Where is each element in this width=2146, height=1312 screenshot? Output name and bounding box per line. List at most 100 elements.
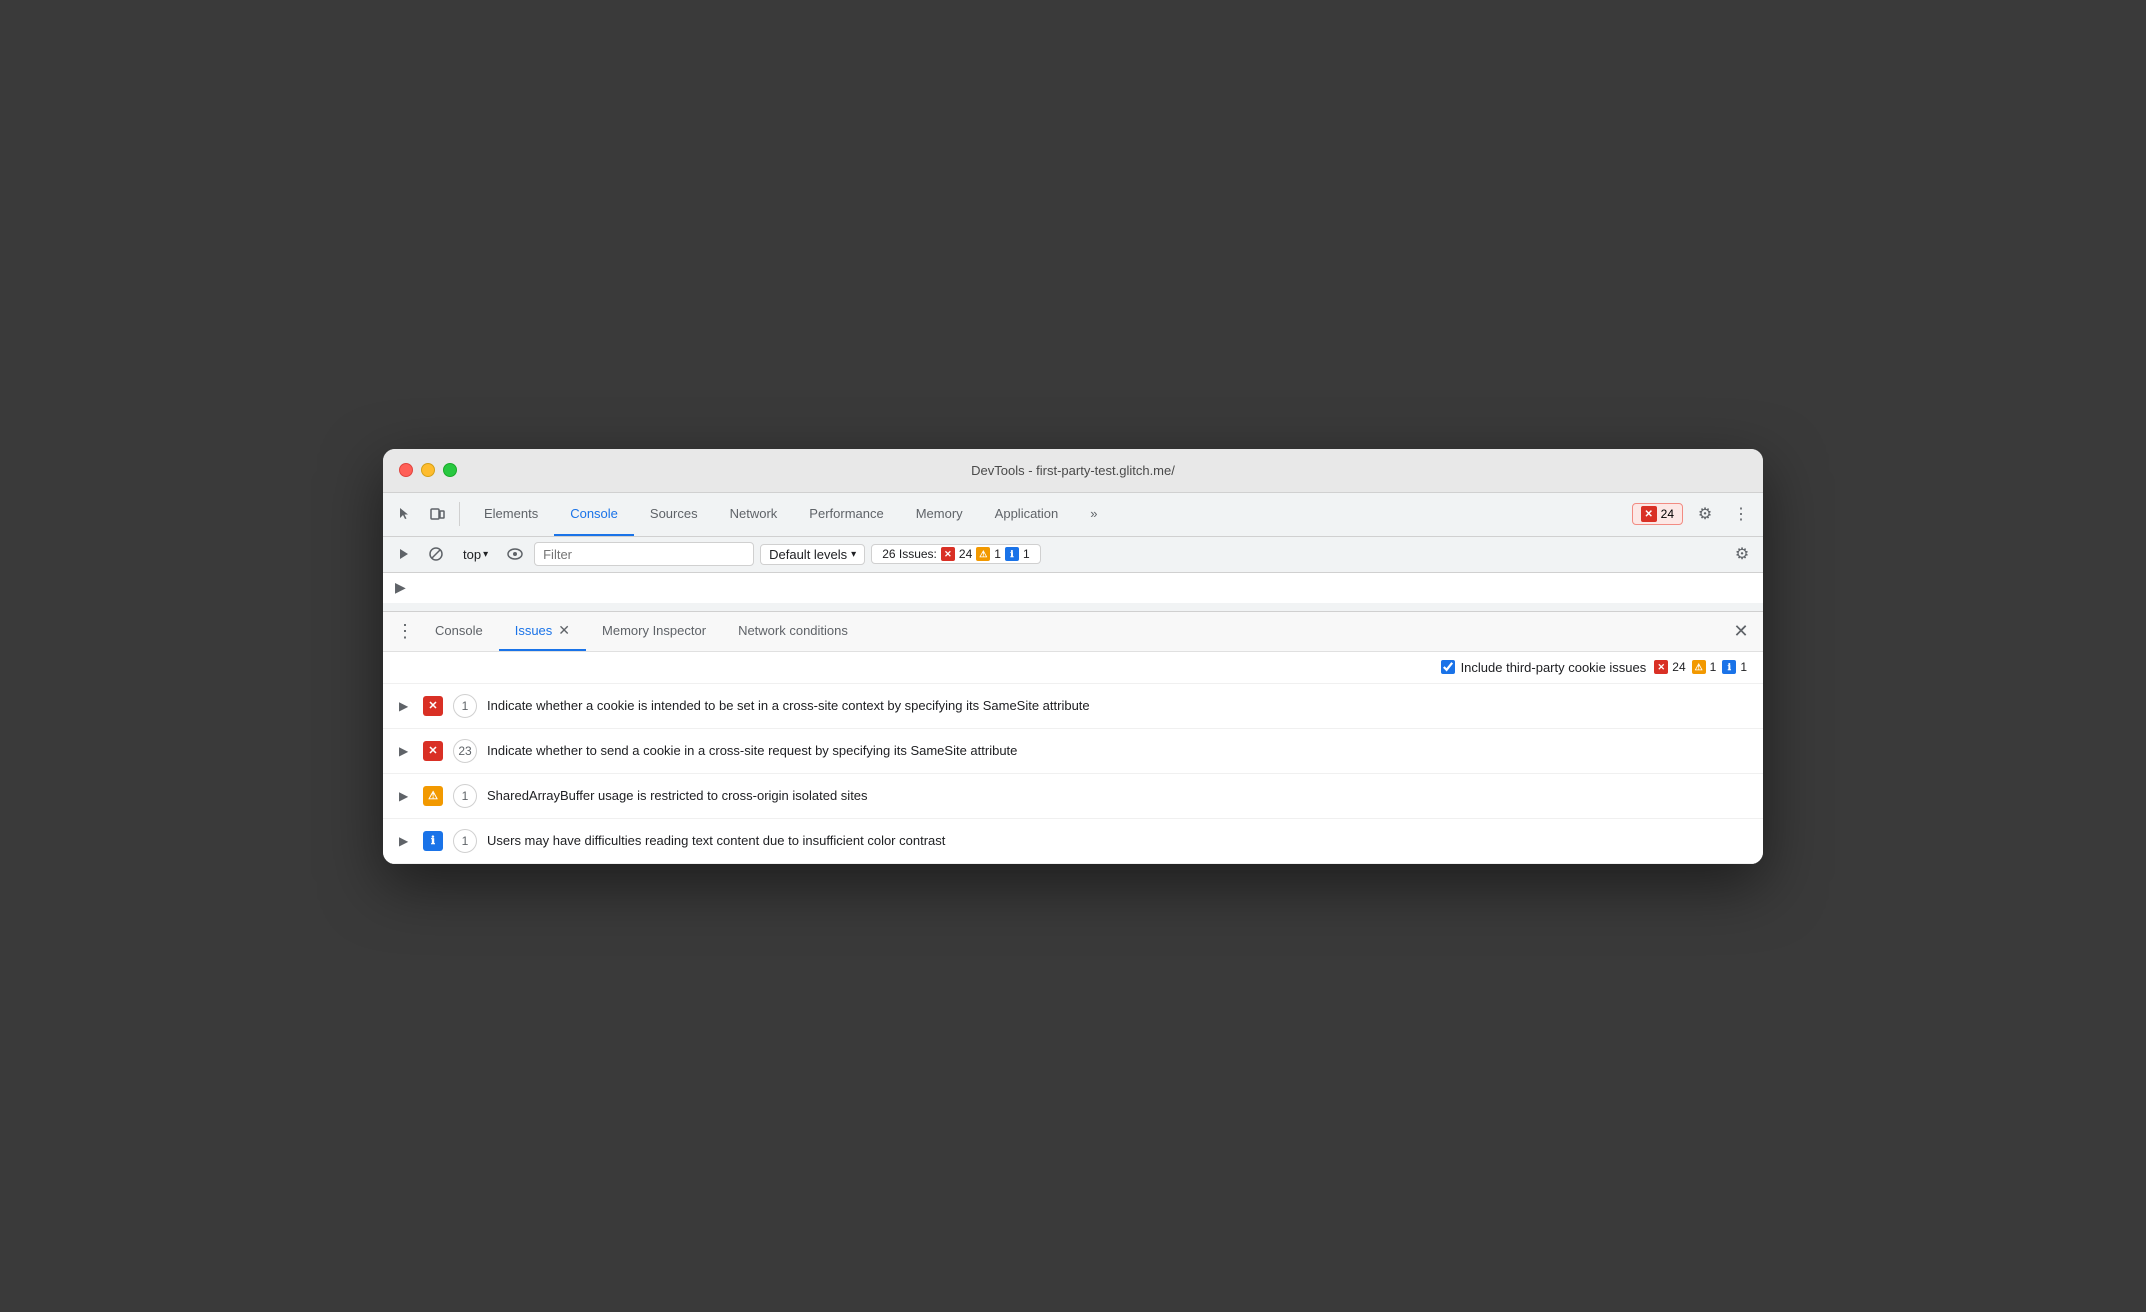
eye-icon-button[interactable]: [502, 541, 528, 567]
issues-badges-row: ✕ 24 ⚠ 1 ℹ 1: [1654, 660, 1747, 674]
tab-more[interactable]: »: [1074, 493, 1113, 536]
warning-count: 1: [994, 547, 1001, 561]
ban-icon: [428, 546, 444, 562]
error-badge-count: 24: [1672, 660, 1685, 674]
close-button[interactable]: [399, 463, 413, 477]
tab-memory[interactable]: Memory: [900, 493, 979, 536]
issue-type-icon: ✕: [423, 741, 443, 761]
console-content: ▶: [383, 573, 1763, 603]
error-count: 24: [959, 547, 972, 561]
issue-type-icon: ✕: [423, 696, 443, 716]
play-icon: [397, 547, 411, 561]
info-count: 1: [1023, 547, 1030, 561]
warning-badge: ⚠: [1692, 660, 1706, 674]
panel-tabs-bar: ⋮ Console Issues ✕ Memory Inspector Netw…: [383, 612, 1763, 652]
settings-button[interactable]: ⚙: [1691, 500, 1719, 528]
include-row: Include third-party cookie issues ✕ 24 ⚠…: [383, 652, 1763, 684]
issue-count-circle: 23: [453, 739, 477, 763]
expand-chevron-icon[interactable]: ▶: [395, 579, 406, 595]
warning-badge-count: 1: [1710, 660, 1717, 674]
maximize-button[interactable]: [443, 463, 457, 477]
tab-console[interactable]: Console: [554, 493, 634, 536]
nav-toolbar: Elements Console Sources Network Perform…: [383, 493, 1763, 537]
device-toolbar-button[interactable]: [423, 500, 451, 528]
tab-network[interactable]: Network: [714, 493, 794, 536]
include-checkbox[interactable]: [1441, 660, 1455, 674]
error-count-badge: ✕: [941, 547, 955, 561]
issue-expand-icon: ▶: [399, 744, 413, 758]
toolbar-divider: [459, 502, 460, 526]
error-badge-icon: ✕: [1641, 506, 1657, 522]
issue-row[interactable]: ▶ ✕ 1 Indicate whether a cookie is inten…: [383, 684, 1763, 729]
issue-row[interactable]: ▶ ℹ 1 Users may have difficulties readin…: [383, 819, 1763, 864]
issue-row[interactable]: ▶ ⚠ 1 SharedArrayBuffer usage is restric…: [383, 774, 1763, 819]
issues-label: 26 Issues:: [882, 547, 937, 561]
issues-count: 24: [1661, 507, 1674, 521]
tab-elements[interactable]: Elements: [468, 493, 554, 536]
console-toolbar: top ▾ Default levels ▾ 26 Issues: ✕ 24 ⚠…: [383, 537, 1763, 573]
titlebar: DevTools - first-party-test.glitch.me/: [383, 449, 1763, 493]
issue-type-icon: ℹ: [423, 831, 443, 851]
context-selector[interactable]: top ▾: [455, 545, 496, 564]
traffic-lights: [399, 463, 457, 477]
tab-performance[interactable]: Performance: [793, 493, 899, 536]
tab-sources[interactable]: Sources: [634, 493, 714, 536]
issue-count-circle: 1: [453, 694, 477, 718]
issue-expand-icon: ▶: [399, 834, 413, 848]
panel-tab-memory-inspector[interactable]: Memory Inspector: [586, 612, 722, 651]
levels-chevron-icon: ▾: [851, 549, 856, 560]
inspect-element-button[interactable]: [391, 500, 419, 528]
panel-tab-menu-button[interactable]: ⋮: [391, 617, 419, 645]
panel-tab-network-conditions[interactable]: Network conditions: [722, 612, 864, 651]
chevron-down-icon: ▾: [483, 549, 488, 560]
issues-list: ▶ ✕ 1 Indicate whether a cookie is inten…: [383, 684, 1763, 864]
issue-text: Indicate whether to send a cookie in a c…: [487, 743, 1747, 758]
devtools-window: DevTools - first-party-test.glitch.me/ E…: [383, 449, 1763, 864]
more-menu-button[interactable]: ⋮: [1727, 500, 1755, 528]
toolbar-right: ✕ 24 ⚙ ⋮: [1632, 500, 1755, 528]
execute-button[interactable]: [391, 541, 417, 567]
issue-expand-icon: ▶: [399, 789, 413, 803]
levels-dropdown[interactable]: Default levels ▾: [760, 544, 865, 565]
console-settings-button[interactable]: ⚙: [1729, 541, 1755, 567]
settings-icon: ⚙: [1698, 504, 1712, 524]
warning-count-badge: ⚠: [976, 547, 990, 561]
expand-area: ▶: [383, 573, 1763, 603]
context-label: top: [463, 547, 481, 562]
issue-type-icon: ⚠: [423, 786, 443, 806]
tab-application[interactable]: Application: [979, 493, 1075, 536]
more-icon: ⋮: [1733, 504, 1749, 524]
include-label[interactable]: Include third-party cookie issues: [1441, 660, 1647, 675]
main-nav-tabs: Elements Console Sources Network Perform…: [468, 493, 1628, 536]
eye-icon: [507, 547, 523, 561]
window-title: DevTools - first-party-test.glitch.me/: [971, 463, 1175, 478]
issue-expand-icon: ▶: [399, 699, 413, 713]
info-count-badge: ℹ: [1005, 547, 1019, 561]
bottom-panel: ⋮ Console Issues ✕ Memory Inspector Netw…: [383, 611, 1763, 864]
levels-label: Default levels: [769, 547, 847, 562]
cursor-icon: [397, 506, 413, 522]
info-badge: ℹ: [1722, 660, 1736, 674]
minimize-button[interactable]: [421, 463, 435, 477]
issues-count-bar[interactable]: 26 Issues: ✕ 24 ⚠ 1 ℹ 1: [871, 544, 1040, 564]
clear-console-button[interactable]: [423, 541, 449, 567]
info-badge-item: ℹ 1: [1722, 660, 1747, 674]
close-issues-tab-button[interactable]: ✕: [558, 622, 570, 639]
close-panel-button[interactable]: ✕: [1727, 617, 1755, 645]
panel-tab-console[interactable]: Console: [419, 612, 499, 651]
issue-text: Indicate whether a cookie is intended to…: [487, 698, 1747, 713]
panel-tab-issues[interactable]: Issues ✕: [499, 612, 586, 651]
info-badge-count: 1: [1740, 660, 1747, 674]
console-settings-icon: ⚙: [1735, 544, 1749, 564]
issues-badge-button[interactable]: ✕ 24: [1632, 503, 1683, 525]
filter-input[interactable]: [534, 542, 754, 566]
error-badge: ✕: [1654, 660, 1668, 674]
error-badge-item: ✕ 24: [1654, 660, 1685, 674]
device-icon: [429, 506, 445, 522]
issue-count-circle: 1: [453, 829, 477, 853]
issue-row[interactable]: ▶ ✕ 23 Indicate whether to send a cookie…: [383, 729, 1763, 774]
issue-text: SharedArrayBuffer usage is restricted to…: [487, 788, 1747, 803]
issue-text: Users may have difficulties reading text…: [487, 833, 1747, 848]
warning-badge-item: ⚠ 1: [1692, 660, 1717, 674]
issue-count-circle: 1: [453, 784, 477, 808]
